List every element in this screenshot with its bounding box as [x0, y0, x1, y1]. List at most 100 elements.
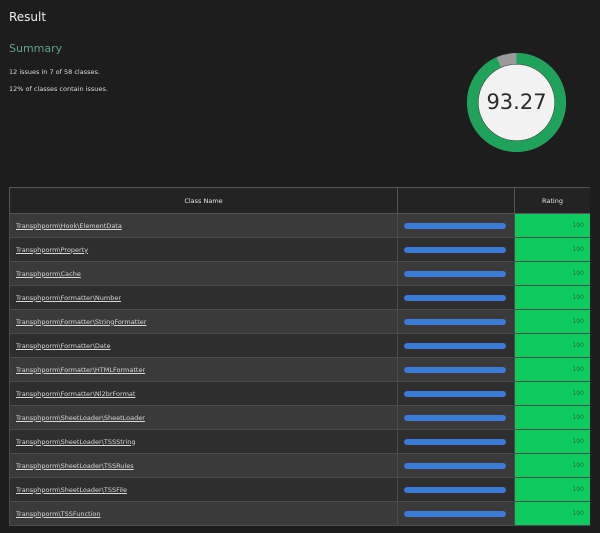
- rating-bar-cell: [397, 237, 515, 262]
- class-name-cell: Transphporm\Formatter\HTMLFormatter: [9, 357, 398, 382]
- class-name-cell: Transphporm\SheetLoader\SheetLoader: [9, 405, 398, 430]
- rating-bar-track: [404, 294, 506, 301]
- rating-bar-fill: [404, 510, 506, 517]
- table-row: Transphporm\TSSFunction 100: [9, 501, 590, 526]
- class-name-cell: Transphporm\Formatter\Nl2brFormat: [9, 381, 398, 406]
- table-row: Transphporm\Formatter\Nl2brFormat 100: [9, 381, 590, 406]
- class-name-cell: Transphporm\TSSFunction: [9, 501, 398, 526]
- rating-bar-track: [404, 486, 506, 493]
- table-header-row: Class Name Rating: [9, 187, 590, 214]
- rating-bar-track: [404, 318, 506, 325]
- rating-bar-track: [404, 510, 506, 517]
- rating-bar-cell: [397, 261, 515, 286]
- score-value: 93.27: [486, 90, 547, 114]
- rating-bar-cell: [397, 477, 515, 502]
- rating-bar-cell: [397, 501, 515, 526]
- rating-bar-cell: [397, 381, 515, 406]
- rating-bar-fill: [404, 294, 506, 301]
- summary-heading: Summary: [9, 42, 63, 55]
- rating-value-cell: 100: [514, 429, 590, 454]
- class-name-link[interactable]: Transphporm\Formatter\Nl2brFormat: [16, 390, 135, 398]
- table-row: Transphporm\Formatter\Date 100: [9, 333, 590, 358]
- class-name-link[interactable]: Transphporm\SheetLoader\TSSString: [16, 438, 135, 446]
- table-row: Transphporm\Property 100: [9, 237, 590, 262]
- rating-bar-cell: [397, 453, 515, 478]
- rating-bar-cell: [397, 333, 515, 358]
- class-name-link[interactable]: Transphporm\Cache: [16, 270, 81, 278]
- rating-bar-cell: [397, 405, 515, 430]
- rating-value-cell: 100: [514, 501, 590, 526]
- table-row: Transphporm\SheetLoader\TSSRules 100: [9, 453, 590, 478]
- rating-bar-fill: [404, 414, 506, 421]
- rating-bar-fill: [404, 462, 506, 469]
- rating-bar-track: [404, 222, 506, 229]
- table-row: Transphporm\SheetLoader\TSSString 100: [9, 429, 590, 454]
- class-name-link[interactable]: Transphporm\TSSFunction: [16, 510, 100, 518]
- rating-bar-cell: [397, 357, 515, 382]
- class-name-cell: Transphporm\Hook\ElementData: [9, 213, 398, 238]
- class-table-container: Class Name Rating Transphporm\Hook\Eleme…: [9, 187, 590, 533]
- rating-bar-fill: [404, 342, 506, 349]
- rating-value-cell: 100: [514, 333, 590, 358]
- class-name-link[interactable]: Transphporm\SheetLoader\TSSRules: [16, 462, 134, 470]
- rating-value-cell: 100: [514, 309, 590, 334]
- rating-bar-track: [404, 462, 506, 469]
- rating-bar-track: [404, 270, 506, 277]
- class-name-link[interactable]: Transphporm\Formatter\HTMLFormatter: [16, 366, 145, 374]
- table-row: Transphporm\Formatter\Number 100: [9, 285, 590, 310]
- rating-value-cell: 100: [514, 213, 590, 238]
- class-name-cell: Transphporm\SheetLoader\TSSFile: [9, 477, 398, 502]
- rating-value-cell: 100: [514, 357, 590, 382]
- column-header-rating[interactable]: Rating: [514, 187, 590, 214]
- rating-value-cell: 100: [514, 381, 590, 406]
- class-name-link[interactable]: Transphporm\Formatter\Number: [16, 294, 121, 302]
- class-rating-table: Class Name Rating Transphporm\Hook\Eleme…: [9, 187, 590, 526]
- column-header-class-name[interactable]: Class Name: [9, 187, 398, 214]
- class-name-link[interactable]: Transphporm\SheetLoader\SheetLoader: [16, 414, 145, 422]
- class-name-cell: Transphporm\SheetLoader\TSSRules: [9, 453, 398, 478]
- rating-bar-track: [404, 438, 506, 445]
- summary-percent-text: 12% of classes contain issues.: [9, 85, 108, 93]
- table-row: Transphporm\Formatter\HTMLFormatter 100: [9, 357, 590, 382]
- class-name-link[interactable]: Transphporm\Formatter\StringFormatter: [16, 318, 146, 326]
- table-body: Transphporm\Hook\ElementData 100 Transphpo…: [9, 213, 590, 526]
- class-name-link[interactable]: Transphporm\SheetLoader\TSSFile: [16, 486, 127, 494]
- rating-bar-fill: [404, 486, 506, 493]
- class-name-cell: Transphporm\Formatter\StringFormatter: [9, 309, 398, 334]
- class-name-link[interactable]: Transphporm\Formatter\Date: [16, 342, 110, 350]
- rating-bar-cell: [397, 213, 515, 238]
- summary-issues-text: 12 issues in 7 of 58 classes.: [9, 68, 100, 76]
- rating-value-cell: 100: [514, 477, 590, 502]
- rating-bar-track: [404, 366, 506, 373]
- rating-bar-cell: [397, 309, 515, 334]
- table-row: Transphporm\SheetLoader\SheetLoader 100: [9, 405, 590, 430]
- table-row: Transphporm\Formatter\StringFormatter 100: [9, 309, 590, 334]
- rating-bar-fill: [404, 270, 506, 277]
- rating-value-cell: 100: [514, 285, 590, 310]
- rating-bar-fill: [404, 222, 506, 229]
- rating-value-cell: 100: [514, 405, 590, 430]
- rating-value-cell: 100: [514, 237, 590, 262]
- result-page: Result Summary 12 issues in 7 of 58 clas…: [0, 0, 600, 533]
- rating-bar-fill: [404, 366, 506, 373]
- rating-bar-track: [404, 414, 506, 421]
- class-name-link[interactable]: Transphporm\Property: [16, 246, 88, 254]
- class-name-cell: Transphporm\Property: [9, 237, 398, 262]
- rating-bar-track: [404, 390, 506, 397]
- class-name-cell: Transphporm\Cache: [9, 261, 398, 286]
- table-row: Transphporm\Cache 100: [9, 261, 590, 286]
- rating-bar-track: [404, 342, 506, 349]
- score-gauge: 93.27: [466, 52, 567, 153]
- rating-bar-cell: [397, 285, 515, 310]
- table-row: Transphporm\Hook\ElementData 100: [9, 213, 590, 238]
- column-header-bar: [397, 187, 515, 214]
- class-name-cell: Transphporm\SheetLoader\TSSString: [9, 429, 398, 454]
- rating-bar-fill: [404, 390, 506, 397]
- rating-value-cell: 100: [514, 261, 590, 286]
- class-name-link[interactable]: Transphporm\Hook\ElementData: [16, 222, 122, 230]
- class-name-cell: Transphporm\Formatter\Number: [9, 285, 398, 310]
- rating-bar-fill: [404, 318, 506, 325]
- rating-value-cell: 100: [514, 453, 590, 478]
- class-name-cell: Transphporm\Formatter\Date: [9, 333, 398, 358]
- rating-bar-track: [404, 246, 506, 253]
